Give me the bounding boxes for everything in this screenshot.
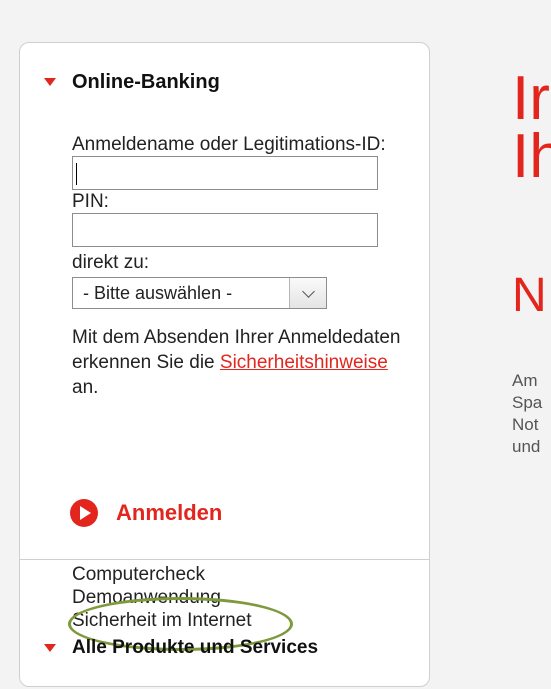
login-form: Anmeldename oder Legitimations-ID: PIN: … xyxy=(72,133,403,400)
triangle-down-icon xyxy=(44,644,56,652)
login-button[interactable]: Anmelden xyxy=(70,499,222,527)
products-header[interactable]: Alle Produkte und Services xyxy=(20,623,429,673)
arrow-circle-icon xyxy=(70,499,98,527)
products-title: Alle Produkte und Services xyxy=(72,637,319,658)
pin-label: PIN: xyxy=(72,191,109,212)
goto-label: direkt zu: xyxy=(72,252,150,273)
triangle-down-icon xyxy=(44,78,56,86)
goto-select-value: - Bitte auswählen - xyxy=(83,282,233,303)
main-subheading: N xyxy=(512,269,547,322)
body-line: Not xyxy=(512,415,539,434)
username-label: Anmeldename oder Legitimations-ID: xyxy=(72,134,386,155)
main-heading-line1: Ir xyxy=(512,64,550,133)
body-line: Am xyxy=(512,371,538,390)
computercheck-link[interactable]: Computercheck xyxy=(72,563,252,586)
security-info-text: Mit dem Absenden Ihrer Anmeldedaten erke… xyxy=(72,325,403,400)
online-banking-panel: Online-Banking Anmeldename oder Legitima… xyxy=(19,42,430,687)
body-line: und xyxy=(512,437,541,456)
goto-select[interactable]: - Bitte auswählen - xyxy=(72,277,327,309)
username-input[interactable] xyxy=(72,156,378,190)
dropdown-button[interactable] xyxy=(289,278,326,308)
login-label: Anmelden xyxy=(116,500,223,525)
body-line: Spa xyxy=(512,393,543,412)
security-notes-link[interactable]: Sicherheitshinweise xyxy=(220,352,388,373)
online-banking-header[interactable]: Online-Banking xyxy=(20,57,429,107)
divider xyxy=(20,559,429,560)
text-caret xyxy=(76,163,77,185)
online-banking-title: Online-Banking xyxy=(72,70,220,93)
chevron-down-icon xyxy=(301,284,315,298)
info-text-after: an. xyxy=(72,377,99,398)
main-heading-line2: Ih xyxy=(512,122,551,191)
pin-input[interactable] xyxy=(72,213,378,247)
main-body-text: Am Spa Not und xyxy=(512,370,542,458)
